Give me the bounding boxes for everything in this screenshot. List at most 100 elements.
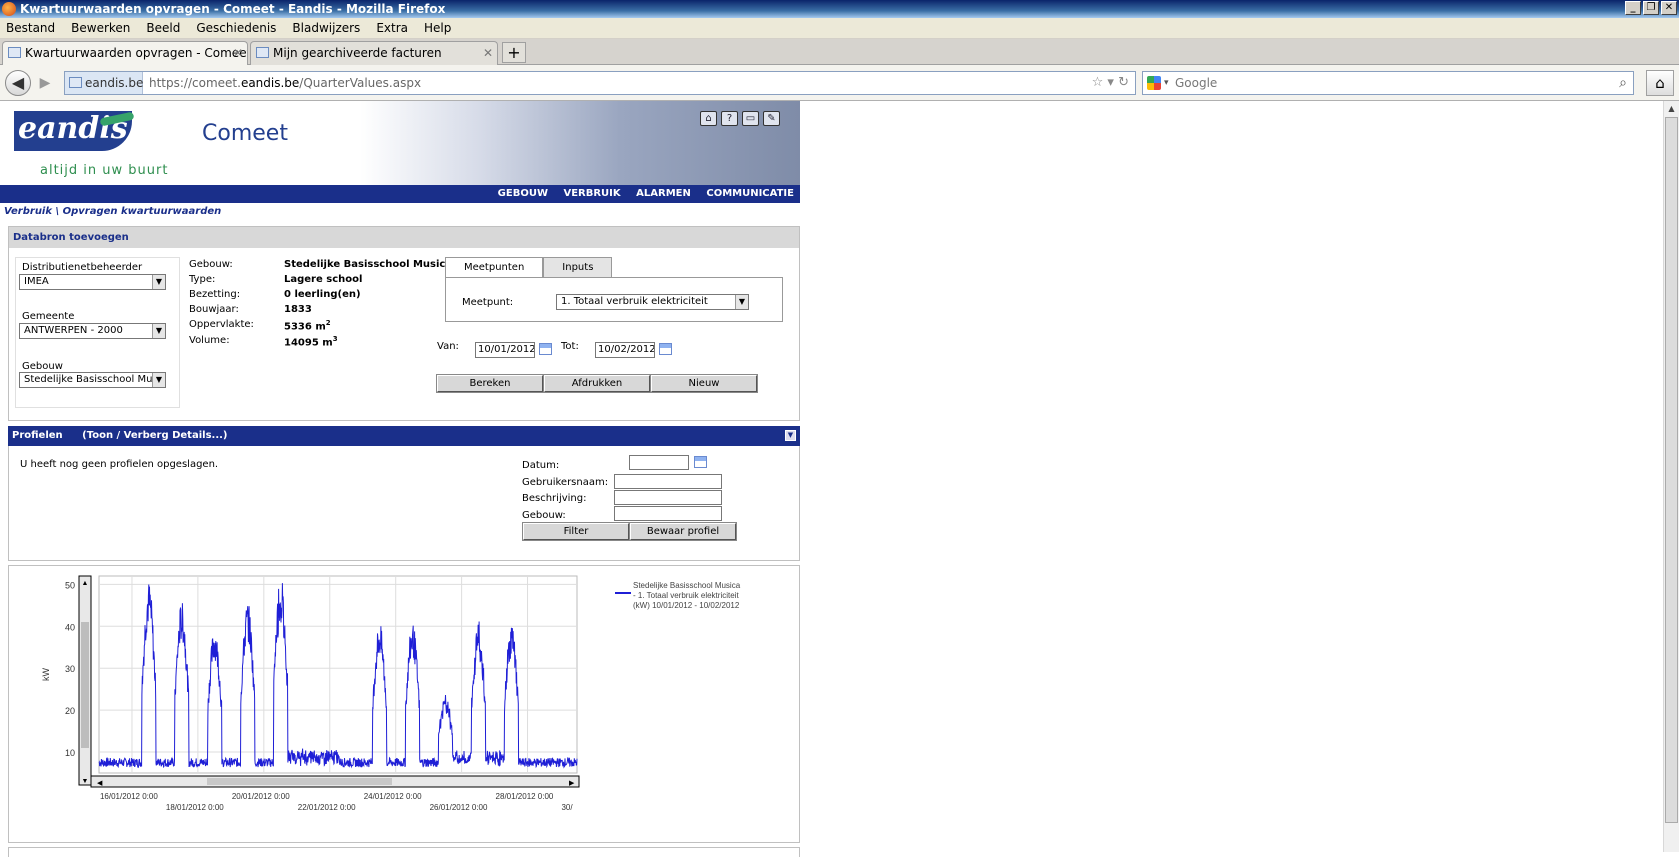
info-bezetting: 0 leerling(en) — [284, 289, 361, 300]
help-icon[interactable]: ? — [721, 111, 738, 126]
gemeente-select[interactable]: ANTWERPEN - 2000 ▼ — [19, 323, 166, 339]
gebouw-select[interactable]: Stedelijke Basisschool Musica ▼ — [19, 372, 166, 388]
address-bar[interactable]: eandis.be https://comeet.eandis.be/Quart… — [64, 71, 1136, 95]
menu-bladwijzers[interactable]: Bladwijzers — [292, 21, 360, 35]
distributie-select[interactable]: IMEA ▼ — [19, 274, 166, 290]
nav-alarmen[interactable]: ALARMEN — [636, 188, 691, 199]
app-title: Comeet — [202, 121, 288, 146]
google-icon[interactable] — [1147, 76, 1161, 90]
search-bar[interactable]: ▾ Google ⌕ — [1142, 71, 1634, 95]
scroll-down-icon: ▼ — [82, 778, 89, 785]
tools-icon[interactable]: ✎ — [763, 111, 780, 126]
profiel-gebouw-label: Gebouw: — [522, 510, 566, 521]
info-bouwjaar: 1833 — [284, 304, 312, 315]
reload-icon[interactable]: ↻ — [1118, 75, 1129, 90]
scroll-up-icon[interactable]: ▲ — [1664, 101, 1679, 117]
menu-geschiedenis[interactable]: Geschiedenis — [196, 21, 276, 35]
calendar-icon[interactable] — [659, 343, 672, 355]
meetpunt-select[interactable]: 1. Totaal verbruik elektriciteit ▼ — [556, 294, 749, 310]
maximize-button[interactable]: ❐ — [1643, 1, 1659, 15]
tagline: altijd in uw buurt — [40, 163, 169, 178]
search-placeholder: Google — [1175, 76, 1218, 90]
unit-superscript: 2 — [325, 319, 331, 327]
menu-beeld[interactable]: Beeld — [146, 21, 180, 35]
beschrijving-input[interactable] — [614, 490, 722, 505]
dropdown-arrow-icon[interactable]: ▾ — [1107, 75, 1114, 90]
selector-box: Distributienetbeheerder IMEA ▼ Gemeente … — [15, 257, 180, 408]
datum-input[interactable] — [629, 455, 689, 470]
gebruikersnaam-input[interactable] — [614, 474, 722, 489]
afdrukken-button[interactable]: Afdrukken — [543, 374, 651, 393]
info-bouwjaar-label: Bouwjaar: — [189, 304, 239, 315]
close-button[interactable]: ✕ — [1661, 1, 1677, 15]
calendar-icon[interactable] — [694, 456, 707, 468]
home-icon[interactable]: ⌂ — [700, 111, 717, 126]
bewaar-profiel-button[interactable]: Bewaar profiel — [629, 522, 737, 541]
menu-bewerken[interactable]: Bewerken — [71, 21, 130, 35]
nieuw-button[interactable]: Nieuw — [650, 374, 758, 393]
gemeente-label: Gemeente — [22, 311, 75, 322]
datum-label: Datum: — [522, 460, 560, 471]
minimize-button[interactable]: _ — [1625, 1, 1641, 15]
next-panel — [8, 847, 800, 857]
home-button[interactable]: ⌂ — [1646, 70, 1674, 96]
nav-gebouw[interactable]: GEBOUW — [498, 188, 548, 199]
navigation-toolbar: ◀ ▶ eandis.be https://comeet.eandis.be/Q… — [0, 65, 1679, 101]
chevron-down-icon[interactable]: ▼ — [152, 275, 165, 289]
browser-tab-label: Kwartuurwaarden opvragen - Comeet - E... — [25, 46, 248, 60]
x-tick-label: 26/01/2012 0:00 — [430, 803, 488, 812]
scroll-left-icon: ◀ — [97, 780, 103, 787]
chevron-down-icon[interactable]: ▼ — [152, 373, 165, 387]
x-tick-label: 24/01/2012 0:00 — [364, 792, 422, 801]
meetpunt-value: 1. Totaal verbruik elektriciteit — [561, 296, 708, 307]
collapse-icon[interactable]: ▼ — [785, 430, 796, 441]
info-type-label: Type: — [189, 274, 216, 285]
databron-panel: Databron toevoegen Distributienetbeheerd… — [8, 226, 800, 421]
new-tab-button[interactable]: + — [502, 42, 526, 63]
info-volume-label: Volume: — [189, 335, 230, 346]
x-tick-label: 18/01/2012 0:00 — [166, 803, 224, 812]
bookmark-star-icon[interactable]: ☆ — [1092, 75, 1104, 90]
y-tick-label: 40 — [65, 622, 75, 632]
x-tick-label: 20/01/2012 0:00 — [232, 792, 290, 801]
nav-verbruik[interactable]: VERBRUIK — [563, 188, 620, 199]
filter-button[interactable]: Filter — [522, 522, 630, 541]
profielen-toggle-link[interactable]: (Toon / Verberg Details...) — [82, 430, 227, 441]
site-identity-button[interactable]: eandis.be — [65, 72, 143, 94]
menu-bestand[interactable]: Bestand — [6, 21, 55, 35]
x-scroller-thumb — [207, 778, 392, 785]
chart-panel: 10 20 30 40 50 kW ▲ ▼ ◀ ▶ 16/01/2012 0:00 20/01/201… — [8, 565, 800, 843]
van-date-input[interactable]: 10/01/2012 — [475, 342, 535, 358]
forward-button[interactable]: ▶ — [34, 74, 56, 92]
gebouw-value: Stedelijke Basisschool Musica — [24, 374, 166, 385]
browser-tab-facturen[interactable]: Mijn gearchiveerde facturen ✕ — [250, 41, 498, 65]
chevron-down-icon[interactable]: ▼ — [735, 295, 748, 309]
tot-date-input[interactable]: 10/02/2012 — [595, 342, 655, 358]
back-button[interactable]: ◀ — [5, 70, 31, 96]
profielen-header[interactable]: Profielen (Toon / Verberg Details...) ▼ — [8, 426, 800, 446]
engine-dropdown-icon[interactable]: ▾ — [1164, 72, 1169, 94]
screen-icon[interactable]: ▭ — [742, 111, 759, 126]
eandis-favicon — [69, 77, 82, 88]
close-tab-icon[interactable]: ✕ — [483, 42, 493, 64]
chevron-down-icon[interactable]: ▼ — [152, 324, 165, 338]
bereken-button[interactable]: Bereken — [436, 374, 544, 393]
y-tick-label: 50 — [65, 580, 75, 590]
calendar-icon[interactable] — [539, 343, 552, 355]
page-scrollbar[interactable]: ▲ — [1663, 101, 1679, 852]
close-tab-icon[interactable]: ✕ — [233, 42, 243, 64]
tab-inputs[interactable]: Inputs — [543, 257, 613, 277]
url-domain: eandis.be — [240, 76, 300, 90]
profiel-gebouw-input[interactable] — [614, 506, 722, 521]
meetpunt-label: Meetpunt: — [462, 297, 514, 308]
info-type: Lagere school — [284, 274, 363, 285]
breadcrumb[interactable]: Verbruik \ Opvragen kwartuurwaarden — [4, 206, 221, 217]
legend-entry: (kW) 10/01/2012 - 10/02/2012 — [633, 601, 740, 610]
tab-meetpunten[interactable]: Meetpunten — [445, 257, 544, 277]
browser-tab-kwartuurwaarden[interactable]: Kwartuurwaarden opvragen - Comeet - E...… — [2, 41, 248, 65]
menu-help[interactable]: Help — [424, 21, 451, 35]
nav-communicatie[interactable]: COMMUNICATIE — [706, 188, 794, 199]
search-icon[interactable]: ⌕ — [1619, 72, 1627, 94]
menu-extra[interactable]: Extra — [376, 21, 408, 35]
scrollbar-thumb[interactable] — [1665, 117, 1678, 823]
